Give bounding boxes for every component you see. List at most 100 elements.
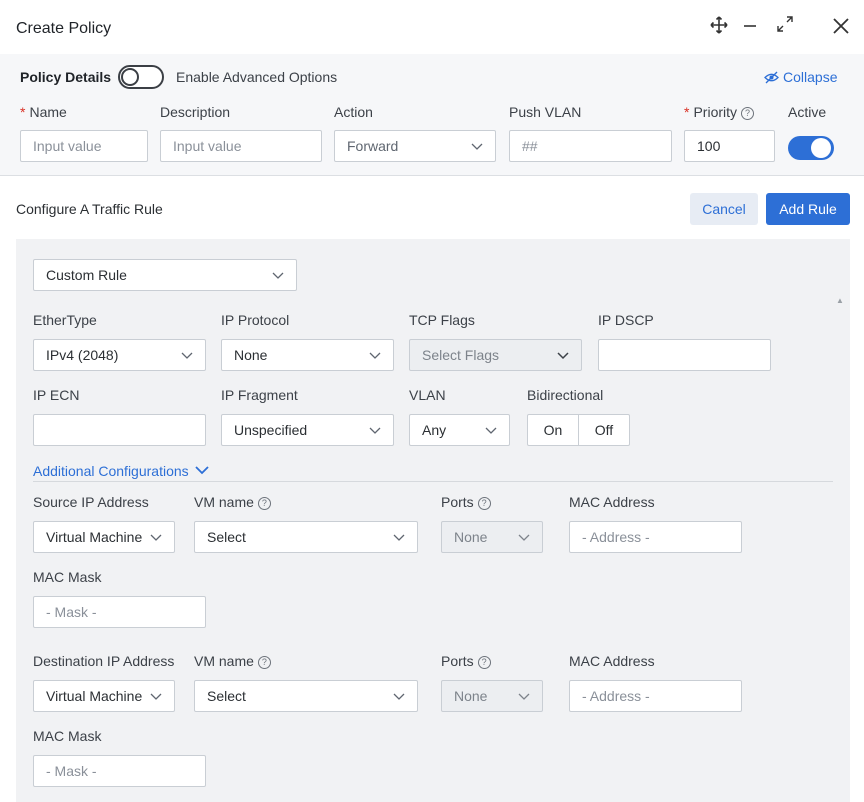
source-vm-name-value: Select <box>207 529 246 545</box>
destination-mac-address-input[interactable]: - Address - <box>569 680 742 712</box>
destination-vm-name-label-text: VM name <box>194 653 254 669</box>
active-label: Active <box>788 104 827 120</box>
vlan-select[interactable]: Any <box>409 414 510 446</box>
source-ip-label: Source IP Address <box>33 494 149 510</box>
additional-configurations-toggle[interactable]: Additional Configurations <box>33 462 209 479</box>
push-vlan-label: Push VLAN <box>509 104 582 120</box>
source-vm-name-label-text: VM name <box>194 494 254 510</box>
ip-dscp-input[interactable] <box>598 339 771 371</box>
traffic-rule-title: Configure A Traffic Rule <box>16 201 163 217</box>
destination-ports-select[interactable]: None <box>441 680 543 712</box>
destination-ip-value: Virtual Machine <box>46 688 143 704</box>
dialog-title: Create Policy <box>16 20 112 37</box>
chevron-down-icon <box>369 340 381 370</box>
expand-icon[interactable] <box>775 14 795 38</box>
ethertype-label: EtherType <box>33 312 97 328</box>
ip-fragment-label: IP Fragment <box>221 387 298 403</box>
add-rule-button[interactable]: Add Rule <box>766 193 850 225</box>
rule-type-value: Custom Rule <box>46 267 127 283</box>
destination-mac-mask-label: MAC Mask <box>33 728 102 744</box>
ip-dscp-label: IP DSCP <box>598 312 654 328</box>
bidirectional-label: Bidirectional <box>527 387 604 403</box>
help-icon[interactable]: ? <box>257 656 271 669</box>
bidirectional-on-button[interactable]: On <box>528 415 578 445</box>
help-icon[interactable]: ? <box>477 497 491 510</box>
source-vm-name-label: VM name? <box>194 494 271 510</box>
eye-off-icon <box>764 71 779 87</box>
source-mac-address-label: MAC Address <box>569 494 655 510</box>
scroll-up-icon[interactable]: ▲ <box>836 296 844 305</box>
ip-protocol-select[interactable]: None <box>221 339 394 371</box>
help-icon[interactable]: ? <box>257 497 271 510</box>
ip-ecn-label: IP ECN <box>33 387 80 403</box>
move-icon[interactable] <box>710 16 728 38</box>
name-label: * Name <box>20 104 67 120</box>
minimize-icon[interactable] <box>742 16 758 38</box>
source-ip-value: Virtual Machine <box>46 529 143 545</box>
description-label: Description <box>160 104 231 120</box>
destination-vm-name-label: VM name? <box>194 653 271 669</box>
ip-fragment-value: Unspecified <box>234 422 308 438</box>
ip-ecn-input[interactable] <box>33 414 206 446</box>
destination-vm-name-select[interactable]: Select <box>194 680 418 712</box>
collapse-link[interactable]: Collapse <box>764 69 837 87</box>
divider <box>33 481 833 482</box>
chevron-down-icon <box>194 462 209 478</box>
additional-configurations-label: Additional Configurations <box>33 463 189 479</box>
help-icon[interactable]: ? <box>477 656 491 669</box>
advanced-options-toggle[interactable] <box>118 65 164 89</box>
chevron-down-icon <box>393 681 405 711</box>
destination-vm-name-value: Select <box>207 688 246 704</box>
source-ports-select[interactable]: None <box>441 521 543 553</box>
vlan-value: Any <box>422 422 447 438</box>
description-input[interactable]: Input value <box>160 130 322 162</box>
required-marker: * <box>20 104 26 120</box>
ip-protocol-label: IP Protocol <box>221 312 290 328</box>
priority-input[interactable]: 100 <box>684 130 775 162</box>
rule-type-select[interactable]: Custom Rule <box>33 259 297 291</box>
source-mac-address-input[interactable]: - Address - <box>569 521 742 553</box>
action-label: Action <box>334 104 373 120</box>
ip-protocol-value: None <box>234 347 268 363</box>
chevron-down-icon <box>485 415 497 445</box>
bidirectional-segmented: On Off <box>527 414 630 446</box>
policy-details-label: Policy Details <box>20 69 112 85</box>
action-value: Forward <box>347 138 399 154</box>
advanced-options-label: Enable Advanced Options <box>176 69 338 85</box>
destination-mac-mask-input[interactable]: - Mask - <box>33 755 206 787</box>
push-vlan-input[interactable]: ## <box>509 130 672 162</box>
source-ports-label-text: Ports <box>441 494 474 510</box>
source-ports-value: None <box>454 529 488 545</box>
source-ports-label: Ports? <box>441 494 491 510</box>
tcp-flags-select[interactable]: Select Flags <box>409 339 582 371</box>
source-vm-name-select[interactable]: Select <box>194 521 418 553</box>
ethertype-value: IPv4 (2048) <box>46 347 119 363</box>
bidirectional-off-button[interactable]: Off <box>578 415 629 445</box>
chevron-down-icon <box>518 522 530 552</box>
ethertype-select[interactable]: IPv4 (2048) <box>33 339 206 371</box>
ip-fragment-select[interactable]: Unspecified <box>221 414 394 446</box>
source-ip-select[interactable]: Virtual Machine <box>33 521 175 553</box>
cancel-button[interactable]: Cancel <box>690 193 758 225</box>
chevron-down-icon <box>557 340 569 370</box>
vlan-label: VLAN <box>409 387 446 403</box>
destination-ports-value: None <box>454 688 488 704</box>
tcp-flags-label: TCP Flags <box>409 312 475 328</box>
active-toggle[interactable] <box>788 136 834 160</box>
close-icon[interactable] <box>832 17 850 39</box>
destination-ports-label-text: Ports <box>441 653 474 669</box>
chevron-down-icon <box>150 522 162 552</box>
source-mac-mask-label: MAC Mask <box>33 569 102 585</box>
chevron-down-icon <box>393 522 405 552</box>
name-input[interactable]: Input value <box>20 130 148 162</box>
tcp-flags-value: Select Flags <box>422 347 500 363</box>
action-select[interactable]: Forward <box>334 130 496 162</box>
destination-ip-label: Destination IP Address <box>33 653 175 669</box>
chevron-down-icon <box>272 260 284 290</box>
destination-ip-select[interactable]: Virtual Machine <box>33 680 175 712</box>
destination-mac-address-label: MAC Address <box>569 653 655 669</box>
chevron-down-icon <box>181 340 193 370</box>
collapse-label: Collapse <box>783 69 838 85</box>
source-mac-mask-input[interactable]: - Mask - <box>33 596 206 628</box>
help-icon[interactable]: ? <box>741 107 755 120</box>
